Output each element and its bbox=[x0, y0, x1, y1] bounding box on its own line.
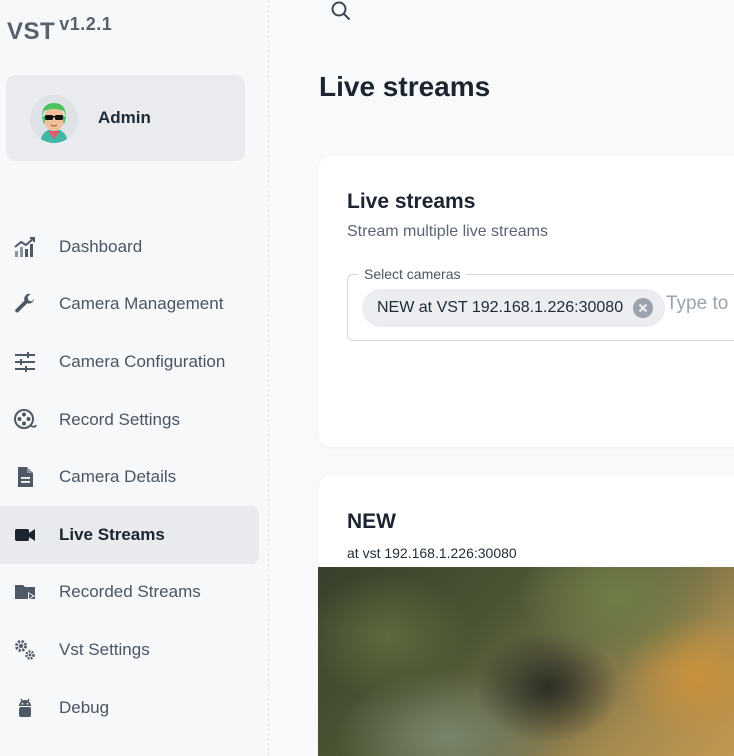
brand-logo: VST v1.2.1 bbox=[7, 14, 112, 46]
page-title: Live streams bbox=[319, 71, 491, 102]
avatar bbox=[30, 95, 78, 143]
film-reel-icon bbox=[12, 407, 38, 433]
brand-name: VST bbox=[7, 18, 56, 45]
sidebar-item-label: Live Streams bbox=[59, 524, 165, 544]
app-root: VST v1.2.1 Admin Dashboard Camera Manage… bbox=[0, 0, 734, 756]
chip-label: NEW at VST 192.168.1.226:30080 bbox=[377, 299, 624, 316]
sidebar-item-live-streams[interactable]: Live Streams bbox=[0, 505, 259, 564]
sidebar-item-label: Record Settings bbox=[59, 409, 180, 429]
videocam-icon bbox=[12, 522, 38, 548]
card-subtitle: Stream multiple live streams bbox=[347, 223, 548, 240]
camera-select[interactable]: Select cameras NEW at VST 192.168.1.226:… bbox=[347, 266, 734, 341]
sidebar-item-record-settings[interactable]: Record Settings bbox=[0, 391, 259, 449]
chart-icon bbox=[12, 234, 38, 260]
sidebar-nav: Dashboard Camera Management Camera Confi… bbox=[0, 218, 259, 736]
sidebar: VST v1.2.1 Admin Dashboard Camera Manage… bbox=[0, 0, 269, 756]
video-player[interactable] bbox=[318, 567, 734, 756]
sidebar-item-label: Vst Settings bbox=[59, 639, 150, 659]
chip-remove-icon[interactable] bbox=[633, 298, 654, 318]
sidebar-item-label: Camera Details bbox=[59, 467, 177, 487]
brand-version: v1.2.1 bbox=[59, 14, 113, 34]
wrench-icon bbox=[12, 291, 38, 317]
camera-select-label: Select cameras bbox=[358, 266, 467, 282]
live-streams-card: Live streams Stream multiple live stream… bbox=[318, 156, 734, 447]
stream-subtitle: at vst 192.168.1.226:30080 bbox=[347, 545, 517, 561]
sidebar-item-recorded-streams[interactable]: Recorded Streams bbox=[0, 564, 259, 622]
selected-camera-chip[interactable]: NEW at VST 192.168.1.226:30080 bbox=[362, 289, 666, 327]
sidebar-item-camera-configuration[interactable]: Camera Configuration bbox=[0, 333, 259, 391]
android-icon bbox=[12, 695, 38, 721]
sidebar-item-dashboard[interactable]: Dashboard bbox=[0, 218, 259, 276]
sidebar-item-vst-settings[interactable]: Vst Settings bbox=[0, 621, 259, 679]
sidebar-item-camera-details[interactable]: Camera Details bbox=[0, 448, 259, 506]
sidebar-item-label: Debug bbox=[59, 697, 110, 717]
camera-search-input[interactable] bbox=[666, 293, 734, 315]
search-icon[interactable] bbox=[330, 0, 352, 22]
document-icon bbox=[12, 464, 38, 490]
sliders-icon bbox=[12, 349, 38, 375]
sidebar-item-debug[interactable]: Debug bbox=[0, 679, 259, 737]
sidebar-item-label: Camera Configuration bbox=[59, 351, 226, 371]
gears-icon bbox=[12, 637, 38, 663]
card-title: Live streams bbox=[347, 190, 476, 213]
sidebar-item-camera-management[interactable]: Camera Management bbox=[0, 276, 259, 334]
sidebar-item-label: Camera Management bbox=[59, 294, 224, 314]
stream-card: NEW at vst 192.168.1.226:30080 bbox=[318, 475, 734, 756]
sidebar-item-label: Recorded Streams bbox=[59, 582, 201, 602]
user-card[interactable]: Admin bbox=[6, 75, 245, 161]
stream-title: NEW bbox=[347, 510, 396, 533]
user-name: Admin bbox=[98, 108, 151, 127]
sidebar-item-label: Dashboard bbox=[59, 236, 143, 256]
folder-play-icon bbox=[12, 579, 38, 605]
